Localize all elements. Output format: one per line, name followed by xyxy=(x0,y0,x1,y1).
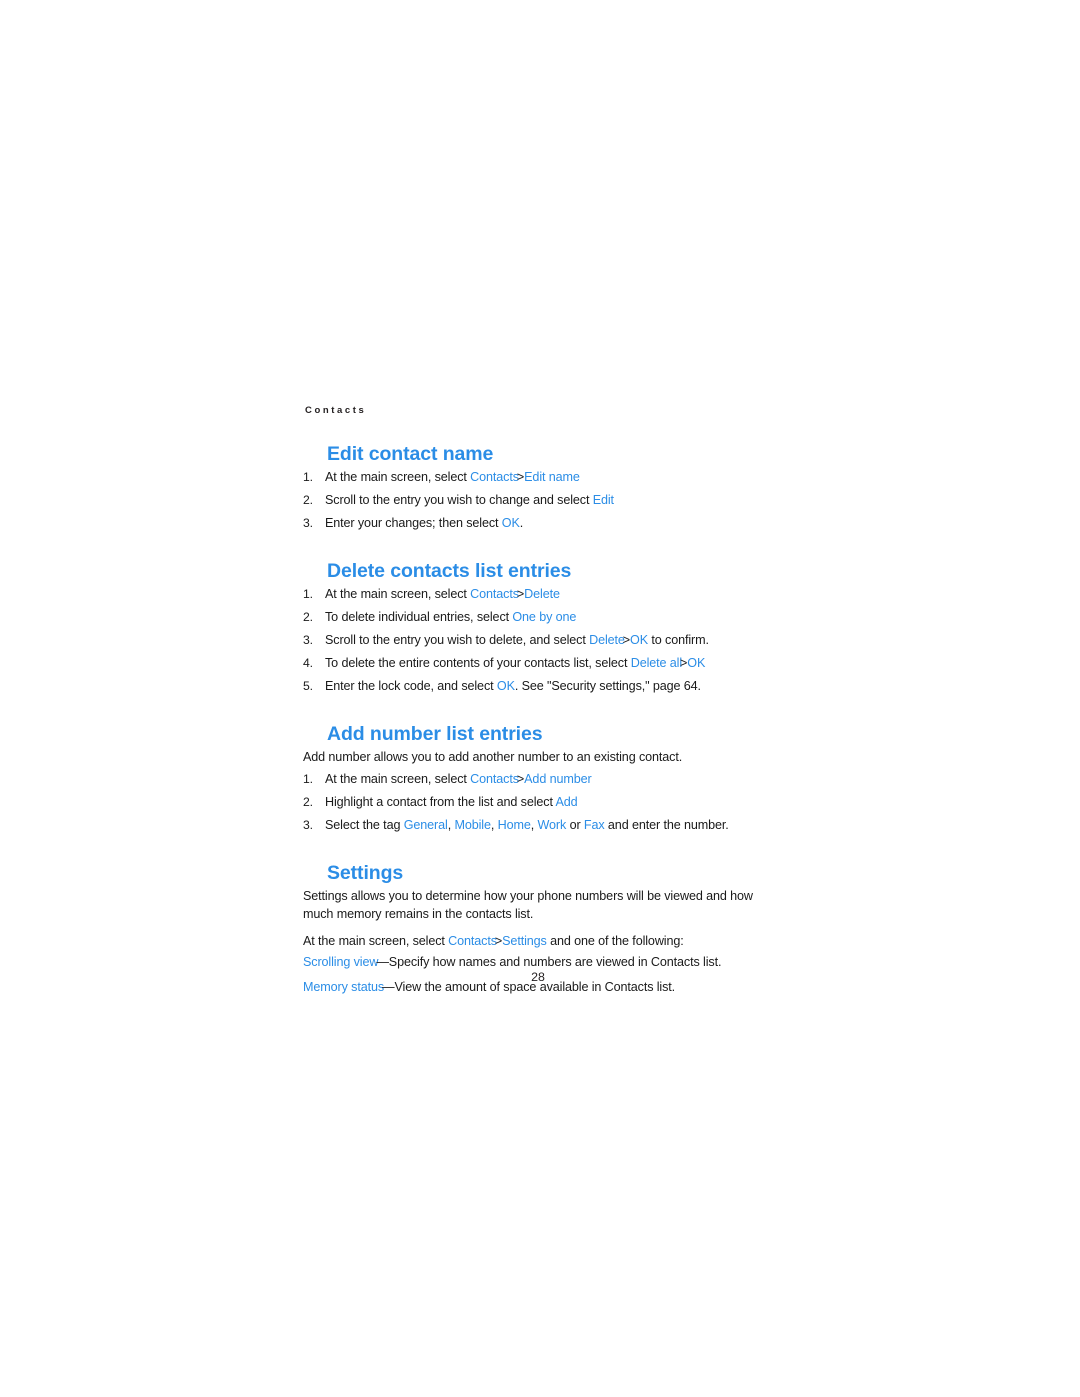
step-lead-text: Enter your changes; then select xyxy=(325,516,502,531)
step-lead-text: At the main screen, select xyxy=(325,771,471,786)
path-separator: > xyxy=(680,656,687,671)
step-list: At the main screen, select Contacts> Edi… xyxy=(303,469,773,533)
path-lead-text: At the main screen, select xyxy=(303,933,449,948)
step-lead-text: Enter the lock code, and select xyxy=(325,679,497,694)
step-lead-text: To delete the entire contents of your co… xyxy=(325,656,631,671)
ui-term: Add number xyxy=(524,771,592,786)
step-list: At the main screen, select Contacts> Del… xyxy=(303,586,773,696)
step-item: Enter your changes; then select OK. xyxy=(303,515,773,533)
section-heading: Add number list entries xyxy=(327,723,543,745)
ui-term: Home xyxy=(497,818,531,833)
step-lead-text: Highlight a contact from the list and se… xyxy=(325,795,556,809)
ui-term: Contacts xyxy=(470,470,519,484)
section-edit-contact-name: Edit contact name At the main screen, se… xyxy=(303,443,773,533)
ui-term: OK xyxy=(687,656,706,671)
ui-term: OK xyxy=(501,516,520,531)
step-item: Select the tag General, Mobile, Home, Wo… xyxy=(303,817,773,835)
ui-term: General xyxy=(403,818,448,833)
path-separator: > xyxy=(494,933,502,948)
ui-term: OK xyxy=(496,679,515,694)
step-list: At the main screen, select Contacts> Add… xyxy=(303,771,773,835)
step-lead-text: Select the tag xyxy=(325,818,404,833)
section-add-number-list-entries: Add number list entries Add number allow… xyxy=(303,723,773,835)
ui-term: Work xyxy=(537,818,567,833)
path-separator: > xyxy=(516,771,524,786)
step-tail-text: . See "Security settings," page 64. xyxy=(514,679,701,694)
running-header: Contacts xyxy=(305,405,367,416)
ui-term: Scrolling view xyxy=(303,955,379,970)
step-item: At the main screen, select Contacts> Del… xyxy=(303,586,773,604)
ui-term: Settings xyxy=(502,933,547,948)
step-item: To delete the entire contents of your co… xyxy=(303,655,773,673)
section-heading: Edit contact name xyxy=(327,443,494,465)
menu-path-paragraph: At the main screen, select Contacts> Set… xyxy=(303,933,773,951)
tag-list: General, Mobile, Home, Work or Fax xyxy=(404,818,605,832)
step-tail-text: . xyxy=(519,516,524,531)
ui-term: OK xyxy=(630,633,648,648)
ui-term: Contacts xyxy=(470,771,519,786)
step-item: Enter the lock code, and select OK. See … xyxy=(303,678,773,696)
step-item: To delete individual entries, select One… xyxy=(303,609,773,627)
step-tail-text: and enter the number. xyxy=(604,818,729,833)
ui-term: Delete xyxy=(589,633,625,648)
section-intro-paragraph: Add number allows you to add another num… xyxy=(303,750,683,764)
section-delete-contacts-list-entries: Delete contacts list entries At the main… xyxy=(303,560,773,696)
step-tail-text: to confirm. xyxy=(648,633,709,648)
ui-term: Delete all xyxy=(630,656,683,671)
tag-joiner: , xyxy=(490,818,498,833)
step-item: Highlight a contact from the list and se… xyxy=(303,794,773,812)
path-separator: > xyxy=(516,586,524,601)
step-lead-text: Scroll to the entry you wish to delete, … xyxy=(325,633,590,648)
step-item: Scroll to the entry you wish to delete, … xyxy=(303,632,773,650)
step-item: Scroll to the entry you wish to change a… xyxy=(303,492,773,510)
tag-joiner: , xyxy=(530,818,538,833)
step-lead-text: At the main screen, select xyxy=(325,470,471,484)
path-separator: > xyxy=(622,633,630,648)
ui-term: Edit xyxy=(592,493,614,508)
ui-term: One by one xyxy=(512,610,577,624)
definition-description: —Specify how names and numbers are viewe… xyxy=(376,955,722,970)
path-separator: > xyxy=(516,470,524,484)
ui-term: Contacts xyxy=(448,933,497,948)
ui-term: Delete xyxy=(524,586,560,601)
section-heading: Delete contacts list entries xyxy=(327,559,572,582)
section-heading: Settings xyxy=(327,861,404,884)
step-lead-text: At the main screen, select xyxy=(325,586,471,601)
path-tail-text: and one of the following: xyxy=(546,933,684,948)
step-lead-text: Scroll to the entry you wish to change a… xyxy=(325,493,593,508)
section-intro-paragraph: Settings allows you to determine how you… xyxy=(303,888,753,921)
manual-page: Contacts Edit contact name At the main s… xyxy=(303,405,773,1004)
ui-term: Contacts xyxy=(470,586,519,601)
ui-term: Add xyxy=(555,795,578,809)
tag-joiner: or xyxy=(566,818,584,833)
ui-term: Edit name xyxy=(524,470,580,484)
ui-term: Mobile xyxy=(454,818,491,833)
step-item: At the main screen, select Contacts> Edi… xyxy=(303,469,773,487)
page-number: 28 xyxy=(531,970,545,984)
step-lead-text: To delete individual entries, select xyxy=(325,610,513,624)
ui-term: Fax xyxy=(583,818,605,833)
step-item: At the main screen, select Contacts> Add… xyxy=(303,771,773,789)
